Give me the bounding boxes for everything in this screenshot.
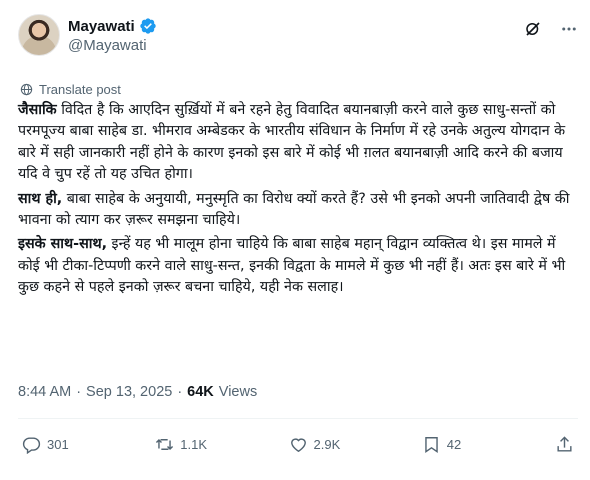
reply-button[interactable]: 301 (22, 435, 112, 454)
repost-count: 1.1K (180, 436, 207, 452)
meta-separator: · (177, 384, 183, 400)
display-name[interactable]: Mayawati (68, 18, 135, 35)
share-icon (555, 435, 574, 454)
views-label: Views (218, 384, 258, 400)
paragraph-2-bold: साथ ही, (18, 190, 63, 207)
author-block: Mayawati @Mayawati (68, 16, 157, 54)
like-count: 2.9K (313, 436, 341, 452)
grok-icon[interactable] (524, 20, 542, 38)
paragraph-2: साथ ही, बाबा साहेब के अनुयायी, मनुस्मृति… (18, 189, 580, 232)
post-meta: 8:44 AM · Sep 13, 2025 · 64K Views (18, 384, 257, 400)
like-button[interactable]: 2.9K (289, 435, 379, 454)
name-row: Mayawati (68, 16, 157, 36)
post-header: Mayawati @Mayawati (18, 14, 578, 62)
avatar[interactable] (18, 14, 60, 56)
handle[interactable]: @Mayawati (68, 37, 157, 54)
share-button[interactable] (555, 435, 574, 454)
paragraph-1-text: विदित है कि आएदिन सुर्ख़ियों में बने रहन… (18, 102, 566, 183)
like-icon (289, 435, 308, 454)
paragraph-2-text: बाबा साहेब के अनुयायी, मनुस्मृति का विरो… (18, 190, 570, 229)
translate-post[interactable]: Translate post (20, 82, 121, 97)
divider (18, 418, 578, 419)
post-text: जैसाकि विदित है कि आएदिन सुर्ख़ियों में … (18, 100, 580, 302)
repost-button[interactable]: 1.1K (155, 435, 245, 454)
reply-icon (22, 435, 41, 454)
more-icon[interactable] (560, 20, 578, 38)
bookmark-count: 42 (446, 436, 462, 452)
views-count[interactable]: 64K (187, 384, 214, 400)
reply-count: 301 (47, 436, 69, 452)
bookmark-icon (422, 435, 441, 454)
header-actions (524, 20, 578, 38)
translate-label: Translate post (39, 82, 121, 97)
paragraph-1: जैसाकि विदित है कि आएदिन सुर्ख़ियों में … (18, 100, 580, 186)
paragraph-3: इसके साथ-साथ, इन्हें यह भी मालूम होना चा… (18, 234, 580, 298)
action-bar: 301 1.1K 2.9K 42 (22, 432, 574, 456)
post-date[interactable]: Sep 13, 2025 (86, 384, 172, 400)
meta-separator: · (76, 384, 82, 400)
post-time[interactable]: 8:44 AM (18, 384, 71, 400)
repost-icon (155, 435, 174, 454)
verified-badge-icon (139, 17, 157, 35)
bookmark-button[interactable]: 42 (422, 435, 512, 454)
paragraph-1-bold: जैसाकि (18, 102, 57, 118)
paragraph-3-bold: इसके साथ-साथ, (18, 236, 108, 253)
translate-icon (20, 83, 33, 96)
